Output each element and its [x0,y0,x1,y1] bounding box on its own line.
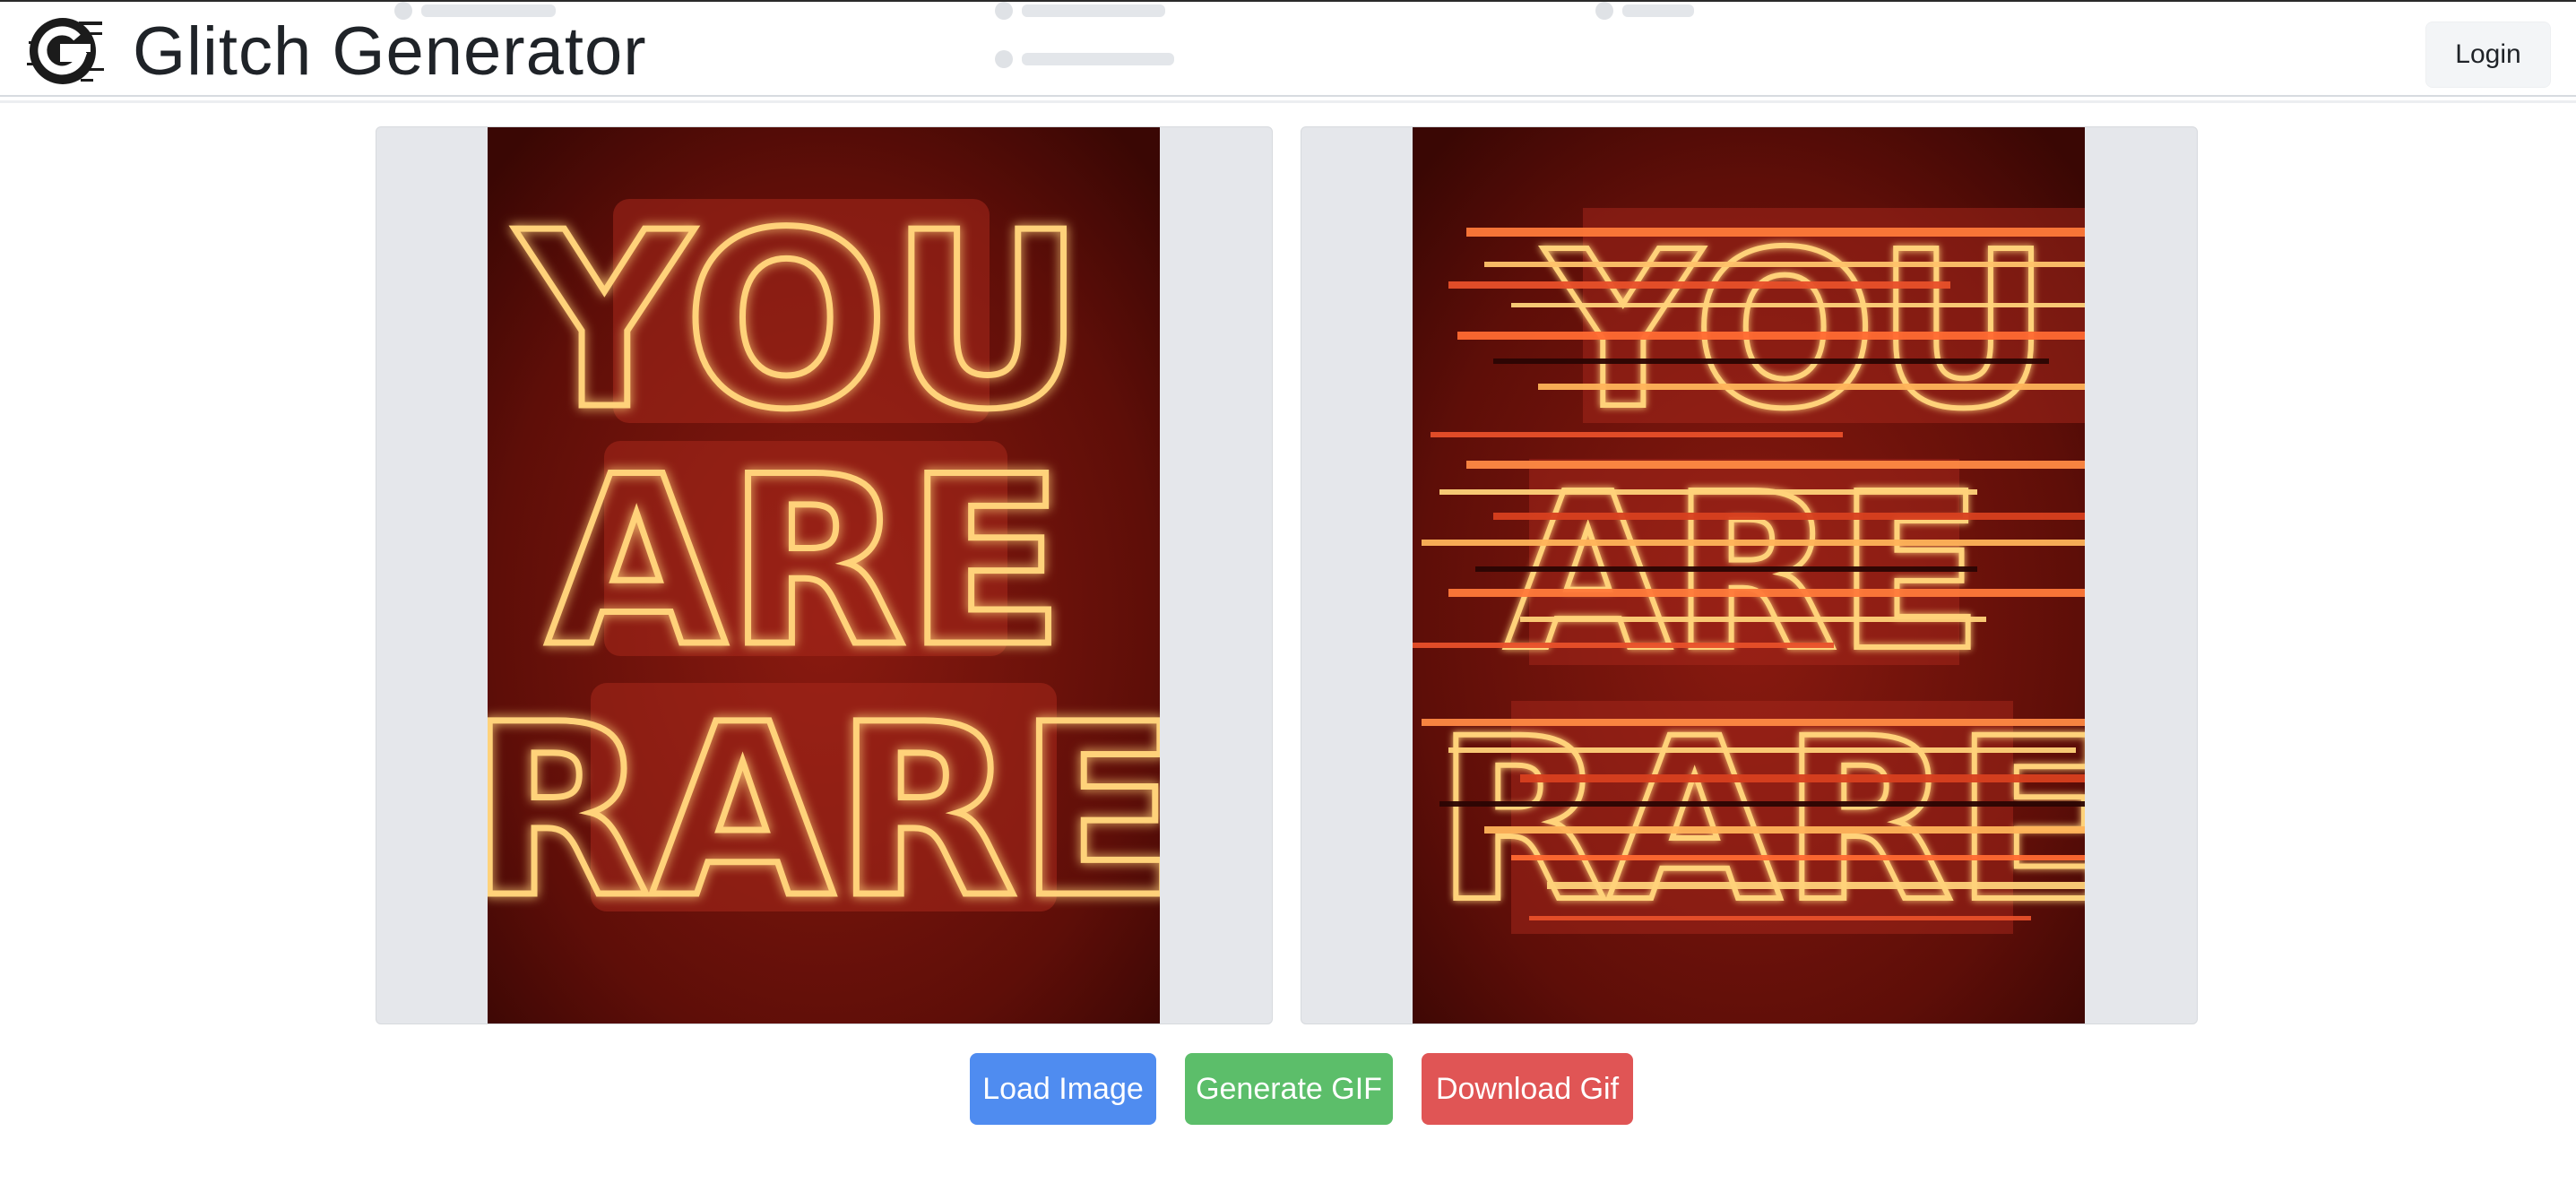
original-image-canvas: YOU ARE RARE [488,127,1160,1024]
app-header: Glitch Generator Login [0,2,2576,95]
login-button[interactable]: Login [2425,22,2551,88]
app-page: Glitch Generator Login YOU ARE RARE YOU … [0,0,2576,1192]
original-image-panel: YOU ARE RARE [376,126,1273,1024]
generate-gif-button[interactable]: Generate GIF [1185,1053,1393,1125]
glitch-word-are: ARE [1505,447,1984,698]
glitch-g-logo-icon[interactable] [27,14,106,88]
glitch-word-you: YOU [1543,205,2051,456]
neon-word-are: ARE [546,428,1065,698]
glitch-preview-canvas: YOU ARE RARE [1413,127,2085,1024]
neon-word-you: YOU [513,180,1085,462]
header-divider [0,95,2576,97]
glitch-word-rare: RARE [1435,690,2085,951]
glitch-preview-panel: YOU ARE RARE [1301,126,2198,1024]
neon-word-rare: RARE [488,674,1160,950]
header-divider-shadow [0,100,2576,103]
brand-title[interactable]: Glitch Generator [133,13,647,91]
download-gif-button[interactable]: Download Gif [1422,1053,1633,1125]
load-image-button[interactable]: Load Image [970,1053,1156,1125]
